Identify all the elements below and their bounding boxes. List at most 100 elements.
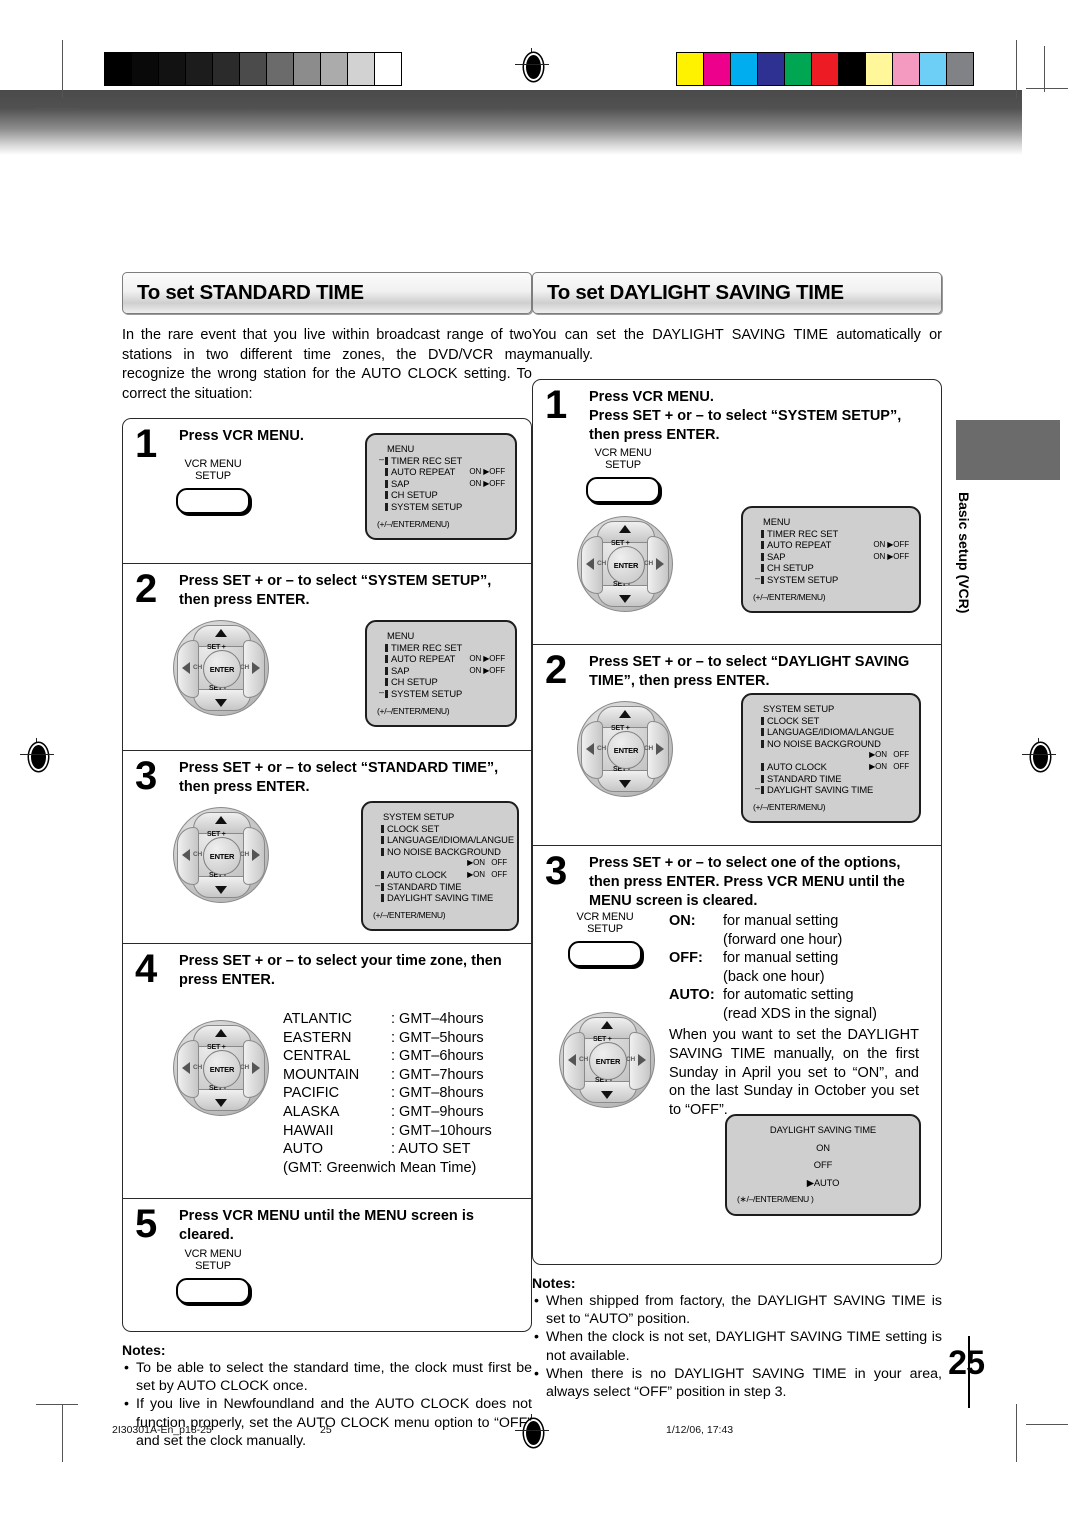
osd-cursor: – (379, 686, 384, 697)
note-item: When shipped from factory, the DAYLIGHT … (532, 1292, 942, 1328)
button-label-line1: VCR MENU (184, 1248, 242, 1260)
timezone-row: AUTO: AUTO SET (283, 1140, 492, 1159)
triangle-left-icon (568, 1054, 576, 1066)
triangle-left-icon (182, 1062, 190, 1074)
dpad-enter-button[interactable]: ENTER (203, 650, 241, 688)
step-2: 2 Press SET + or – to select “SYSTEM SET… (123, 564, 531, 751)
osd-cursor: – (379, 453, 384, 464)
osd-row: AUTO CLOCK ▶ON OFF (373, 869, 507, 881)
timezone-row: PACIFIC: GMT–8hours (283, 1084, 492, 1103)
dpad-label-ch-down: CH (579, 1056, 588, 1063)
button-label-line2: SETUP (587, 922, 623, 935)
dpad-graphic[interactable]: SET + SET - CH CH ENTER (173, 1020, 269, 1116)
osd-row: ▶ON OFF (869, 750, 909, 760)
osd-screen-menu: MENU – TIMER REC SET AUTO REPEAT ON ▶OFF SAP O… (365, 433, 517, 541)
vcr-menu-button-graphic[interactable]: VCR MENU SETUP (581, 447, 665, 503)
osd-row: – STANDARD TIME (375, 879, 462, 892)
triangle-down-icon (215, 699, 227, 707)
option-subnote: (back one hour) (723, 968, 825, 985)
page-title-standard-time: To set STANDARD TIME (122, 272, 532, 314)
steps-container-daylight-saving-time: 1 Press VCR MENU. Press SET + or – to se… (532, 379, 942, 1265)
notes-daylight-saving-time: Notes: When shipped from factory, the DA… (532, 1275, 942, 1401)
timezone-offset: : GMT–4hours (391, 1011, 484, 1027)
step-instruction: Press VCR MENU until the MENU screen is … (179, 1208, 474, 1243)
triangle-right-icon (656, 558, 664, 570)
button-label-line1: VCR MENU (184, 458, 242, 470)
osd-row: AUTO REPEAT ON ▶OFF (753, 539, 909, 551)
triangle-right-icon (252, 662, 260, 674)
dpad-label-ch-up: CH (644, 745, 653, 752)
vcr-menu-button-graphic[interactable]: VCR MENU SETUP (563, 911, 647, 967)
timezone-row: EASTERN: GMT–5hours (283, 1029, 492, 1048)
intro-paragraph-daylight-saving-time: You can set the DAYLIGHT SAVING TIME aut… (532, 327, 942, 363)
option-subnote: (forward one hour) (723, 931, 843, 948)
osd-title: MENU (387, 630, 415, 641)
step-3: 3 Press SET + or – to select “STANDARD T… (123, 751, 531, 944)
dpad-label-ch-up: CH (240, 851, 249, 858)
osd-screen-system-setup: SYSTEM SETUP CLOCK SET LANGUAGE/IDIOMA/LAN… (361, 801, 519, 932)
triangle-up-icon (601, 1021, 613, 1029)
osd-hint: (+/–/ENTER/MENU) (753, 801, 826, 812)
timezone-name: HAWAII (283, 1122, 334, 1139)
osd-row: – SYSTEM SETUP (379, 686, 463, 699)
osd-row: SYSTEM SETUP (377, 501, 505, 513)
column-daylight-saving-time: To set DAYLIGHT SAVING TIME You can set … (532, 272, 942, 1401)
triangle-right-icon (638, 1054, 646, 1066)
option-description: for manual setting (723, 913, 839, 929)
osd-row: AUTO REPEAT ON ▶OFF (377, 653, 505, 665)
step-number: 3 (135, 754, 158, 798)
remote-button-icon[interactable] (586, 477, 660, 503)
step-instruction: Press SET + or – to select your time zon… (179, 953, 502, 988)
option-description: for manual setting (723, 950, 839, 967)
step-number: 4 (135, 947, 158, 991)
osd-cursor: – (755, 783, 760, 794)
dpad-graphic[interactable]: SET + SET - CH CH ENTER (173, 807, 269, 903)
step-instruction: Press SET + or – to select one of the op… (589, 855, 905, 909)
vcr-menu-button-graphic[interactable]: VCR MENU SETUP (171, 1248, 255, 1304)
step-instruction: Press SET + or – to select “STANDARD TIM… (179, 760, 499, 795)
timezone-offset: : GMT–6hours (391, 1048, 484, 1065)
dpad-enter-button[interactable]: ENTER (607, 731, 645, 769)
osd-row: – TIMER REC SET (379, 453, 463, 466)
remote-button-icon[interactable] (176, 488, 250, 514)
options-list: ON: for manual setting (forward one hour) O… (669, 912, 919, 1024)
dpad-enter-button[interactable]: ENTER (607, 546, 645, 584)
note-item: When the clock is not set, DAYLIGHT SAVI… (532, 1328, 942, 1364)
option-description: for automatic setting (723, 987, 854, 1004)
page-number: 25 (948, 1344, 985, 1382)
osd-row: CH SETUP (377, 676, 505, 688)
column-standard-time: To set STANDARD TIME In the rare event t… (122, 272, 532, 1450)
osd-title: MENU (763, 516, 791, 527)
timezone-table: ATLANTIC: GMT–4hours EASTERN: GMT–5hours C… (283, 1010, 492, 1177)
timezone-offset: : GMT–7hours (391, 1066, 484, 1083)
step-number: 3 (545, 849, 568, 893)
timezone-row: MOUNTAIN: GMT–7hours (283, 1066, 492, 1085)
remote-button-icon[interactable] (568, 941, 642, 967)
dpad-graphic[interactable]: SET + SET - CH CH ENTER (577, 701, 673, 797)
dpad-enter-button[interactable]: ENTER (203, 837, 241, 875)
triangle-down-icon (619, 780, 631, 788)
step-1: 1 Press VCR MENU. Press SET + or – to se… (533, 380, 941, 645)
vcr-menu-button-graphic[interactable]: VCR MENU SETUP (171, 458, 255, 514)
dpad-graphic[interactable]: SET + SET - CH CH ENTER (173, 620, 269, 716)
footer-date: 1/12/06, 17:43 (666, 1424, 734, 1436)
step-number: 2 (135, 567, 158, 611)
button-label-line2: SETUP (195, 469, 231, 482)
dpad-enter-button[interactable]: ENTER (203, 1050, 241, 1088)
step-4: 4 Press SET + or – to select your time z… (123, 944, 531, 1199)
timezone-name: ATLANTIC (283, 1011, 353, 1027)
dpad-label-ch-down: CH (193, 664, 202, 671)
step-number: 2 (545, 648, 568, 692)
remote-button-icon[interactable] (176, 1278, 250, 1304)
dpad-label-ch-up: CH (626, 1056, 635, 1063)
osd-hint: (+/–/ENTER/MENU) (377, 705, 450, 716)
dpad-graphic[interactable]: SET + SET - CH CH ENTER (577, 516, 673, 612)
step-instruction: Press SET + or – to select “DAYLIGHT SAV… (589, 654, 910, 689)
dpad-enter-button[interactable]: ENTER (589, 1042, 627, 1080)
osd-row: STANDARD TIME (753, 773, 909, 785)
dpad-graphic[interactable]: SET + SET - CH CH ENTER (559, 1012, 655, 1108)
manual-setting-paragraph: When you want to set the DAYLIGHT SAVING… (669, 1027, 919, 1119)
osd-option: ▶AUTO (806, 1176, 840, 1188)
intro-paragraph-standard-time: In the rare event that you live within b… (122, 327, 532, 402)
step-number: 1 (135, 422, 158, 466)
